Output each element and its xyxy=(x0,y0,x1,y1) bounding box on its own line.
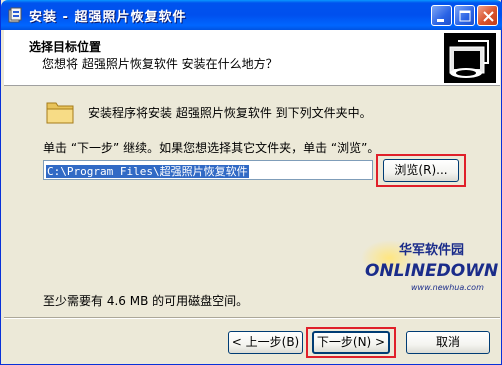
footer-divider xyxy=(4,317,500,319)
install-path-input[interactable]: C:\Program Files\超强照片恢复软件 xyxy=(43,160,373,180)
install-path-value: C:\Program Files\超强照片恢复软件 xyxy=(46,165,249,178)
next-button[interactable]: 下一步(N) > xyxy=(312,331,390,354)
page-title: 选择目标位置 xyxy=(29,40,102,54)
watermark-brand: ONLINEDOWN xyxy=(365,261,498,281)
install-location-text: 安装程序将安装 超强照片恢复软件 到下列文件夹中。 xyxy=(88,106,372,120)
close-icon xyxy=(483,11,494,22)
page-subtitle: 您想将 超强照片恢复软件 安装在什么地方？ xyxy=(42,57,278,71)
browse-button[interactable]: 浏览(R)... xyxy=(383,159,459,182)
disk-space-text: 至少需要有 4.6 MB 的可用磁盘空间。 xyxy=(43,294,249,308)
minimize-button[interactable] xyxy=(431,5,452,26)
wizard-header: 选择目标位置 您想将 超强照片恢复软件 安装在什么地方？ xyxy=(4,30,500,86)
watermark-url: www.newhua.com xyxy=(411,283,484,292)
onlinedown-watermark: 华军软件园 ONLINEDOWN www.newhua.com xyxy=(361,240,498,292)
watermark-cn: 华军软件园 xyxy=(399,242,464,258)
setup-icon xyxy=(8,7,22,23)
maximize-button[interactable] xyxy=(454,5,475,26)
folder-icon xyxy=(46,102,74,124)
installer-logo-icon xyxy=(444,33,496,83)
minimize-icon xyxy=(437,19,444,22)
window-title: 安装 - 超强照片恢复软件 xyxy=(29,10,187,25)
instruction-text: 单击 “下一步” 继续。如果您想选择其它文件夹，单击 “浏览”。 xyxy=(43,141,380,155)
back-button[interactable]: < 上一步(B) xyxy=(228,331,303,354)
cancel-button[interactable]: 取消 xyxy=(406,331,490,354)
close-button[interactable] xyxy=(477,5,498,26)
maximize-icon xyxy=(459,10,471,22)
title-bar[interactable]: 安装 - 超强照片恢复软件 xyxy=(1,0,502,30)
installer-window: 安装 - 超强照片恢复软件 选择目标位置 您想将 超强照片恢复软件 安装在什么地… xyxy=(0,0,502,365)
